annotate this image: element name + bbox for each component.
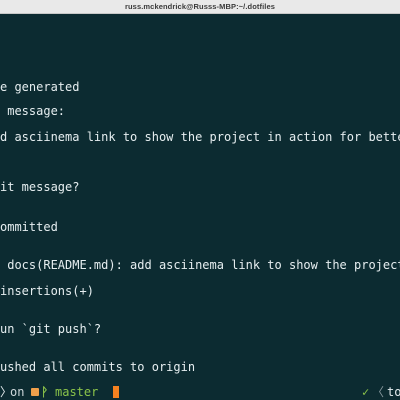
terminal-line: it message? <box>0 180 80 194</box>
terminal-output[interactable]: e generated message: d asciinema link to… <box>0 14 400 384</box>
terminal-line: ommitted <box>0 220 58 234</box>
separator-icon: 〈 <box>372 385 385 399</box>
window-titlebar[interactable]: russ.mckendrick@Russs-MBP:~/.dotfiles <box>0 0 400 14</box>
terminal-line: message: <box>0 104 66 118</box>
shell-icon <box>31 388 39 396</box>
terminal-line: e generated <box>0 80 80 94</box>
terminal-cursor[interactable] <box>113 386 119 398</box>
right-prompt-text: to <box>387 385 400 399</box>
terminal-line: d asciinema link to show the project in … <box>0 130 400 144</box>
terminal-line: insertions(+) <box>0 284 94 298</box>
window-title: russ.mckendrick@Russs-MBP:~/.dotfiles <box>124 2 275 11</box>
terminal-window: russ.mckendrick@Russs-MBP:~/.dotfiles e … <box>0 0 400 400</box>
terminal-line: un `git push`? <box>0 322 102 336</box>
git-branch-name: master <box>55 385 99 399</box>
terminal-line: ushed all commits to origin <box>0 360 196 374</box>
prompt-on-label: on <box>10 385 25 399</box>
terminal-line: docs(README.md): add asciinema link to s… <box>7 258 400 272</box>
git-branch-icon: ᚹ <box>41 385 49 399</box>
prompt-statusbar[interactable]: 〉 on ᚹ master ✓ 〈 to <box>0 384 400 400</box>
checkmark-icon: ✓ <box>362 385 370 399</box>
